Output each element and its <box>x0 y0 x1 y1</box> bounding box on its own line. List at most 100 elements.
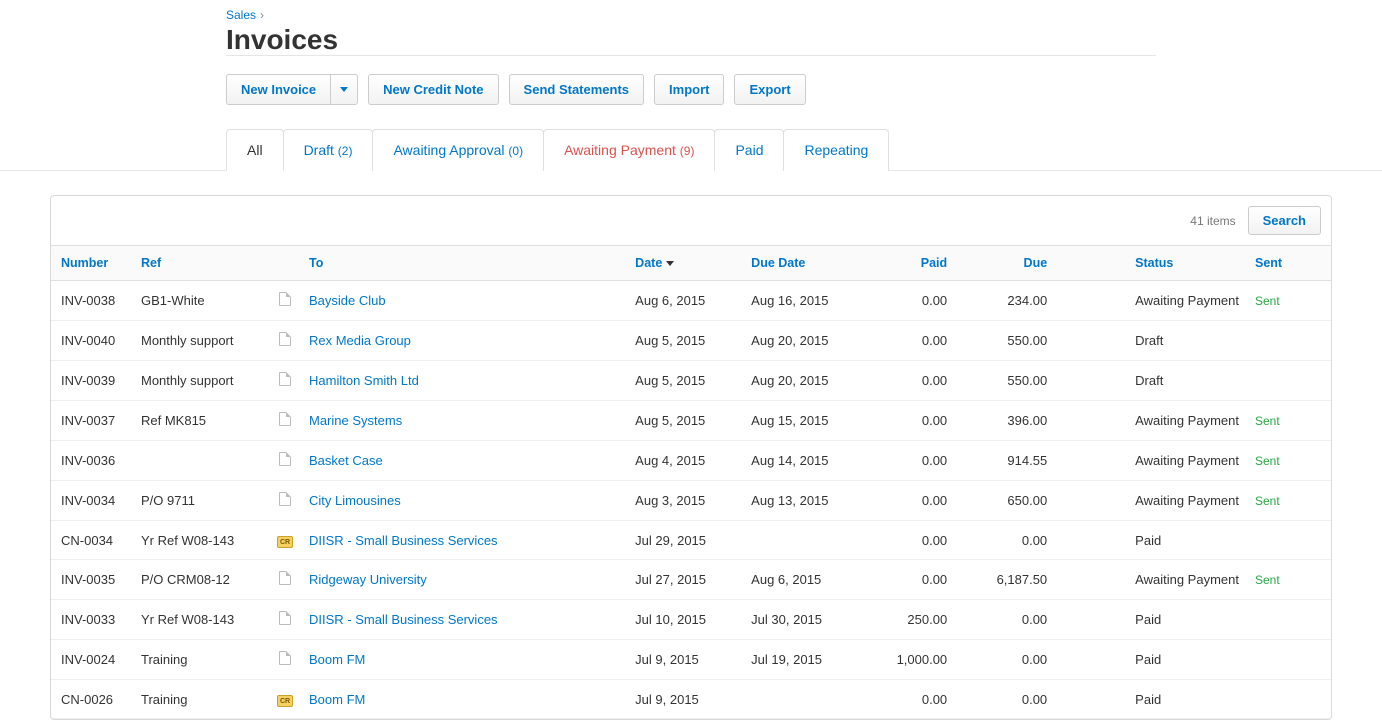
cell-due-date: Aug 15, 2015 <box>743 401 855 441</box>
cell-sent: Sent <box>1247 441 1303 481</box>
cell-actions <box>1303 281 1331 321</box>
cell-to: Rex Media Group <box>301 321 627 361</box>
invoice-to-link[interactable]: Marine Systems <box>309 413 402 428</box>
items-count: 41 items <box>1190 214 1235 228</box>
tab-awaiting-payment[interactable]: Awaiting Payment (9) <box>543 129 715 171</box>
table-row[interactable]: INV-0036Basket CaseAug 4, 2015Aug 14, 20… <box>51 441 1331 481</box>
cell-to: DIISR - Small Business Services <box>301 521 627 560</box>
cell-due: 550.00 <box>955 321 1055 361</box>
column-icon <box>269 246 301 281</box>
column-status[interactable]: Status <box>1055 246 1247 281</box>
cell-ref: GB1-White <box>133 281 269 321</box>
new-invoice-button[interactable]: New Invoice <box>226 74 330 105</box>
column-due-date[interactable]: Due Date <box>743 246 855 281</box>
cell-number: CN-0026 <box>51 680 133 719</box>
cell-ref: Ref MK815 <box>133 401 269 441</box>
invoice-to-link[interactable]: DIISR - Small Business Services <box>309 533 498 548</box>
search-button[interactable]: Search <box>1248 206 1321 235</box>
invoice-to-link[interactable]: Boom FM <box>309 692 365 707</box>
cell-paid: 0.00 <box>855 680 955 719</box>
invoice-to-link[interactable]: Boom FM <box>309 652 365 667</box>
cell-ref: Monthly support <box>133 361 269 401</box>
column-date[interactable]: Date <box>627 246 743 281</box>
cell-paid: 1,000.00 <box>855 640 955 680</box>
tab-awaiting-approval[interactable]: Awaiting Approval (0) <box>372 129 544 171</box>
table-row[interactable]: INV-0024TrainingBoom FMJul 9, 2015Jul 19… <box>51 640 1331 680</box>
tab-awaiting-payment-label: Awaiting Payment <box>564 142 676 158</box>
column-to[interactable]: To <box>301 246 627 281</box>
column-number[interactable]: Number <box>51 246 133 281</box>
column-ref[interactable]: Ref <box>133 246 269 281</box>
table-row[interactable]: CN-0034Yr Ref W08-143CRDIISR - Small Bus… <box>51 521 1331 560</box>
invoice-to-link[interactable]: Rex Media Group <box>309 333 411 348</box>
cell-due: 550.00 <box>955 361 1055 401</box>
cell-to: Basket Case <box>301 441 627 481</box>
cell-paid: 0.00 <box>855 361 955 401</box>
cell-due-date: Aug 16, 2015 <box>743 281 855 321</box>
sent-badge: Sent <box>1255 573 1280 587</box>
breadcrumb: Sales › <box>226 8 1382 22</box>
column-sent[interactable]: Sent <box>1247 246 1303 281</box>
cell-paid: 0.00 <box>855 281 955 321</box>
cell-due-date: Jul 19, 2015 <box>743 640 855 680</box>
cell-ref: P/O 9711 <box>133 481 269 521</box>
table-row[interactable]: INV-0038GB1-White Bayside Club Aug 6, 2015… <box>51 281 1331 321</box>
cell-date: Aug 5, 2015 <box>627 361 743 401</box>
invoice-to-link[interactable]: Bayside Club <box>309 293 386 308</box>
cell-number: INV-0037 <box>51 401 133 441</box>
cell-actions <box>1303 640 1331 680</box>
tab-all[interactable]: All <box>226 129 284 171</box>
document-icon <box>279 492 291 506</box>
action-bar: New Invoice New Credit Note Send Stateme… <box>226 74 1382 105</box>
divider <box>226 55 1156 56</box>
cell-number: CN-0034 <box>51 521 133 560</box>
table-row[interactable]: INV-0035P/O CRM08-12Ridgeway UniversityJ… <box>51 560 1331 600</box>
table-row[interactable]: INV-0033Yr Ref W08-143DIISR - Small Busi… <box>51 600 1331 640</box>
cell-sent: Sent <box>1247 401 1303 441</box>
tab-draft[interactable]: Draft (2) <box>283 129 374 171</box>
cell-icon <box>269 560 301 600</box>
table-row[interactable]: CN-0026TrainingCRBoom FMJul 9, 20150.000… <box>51 680 1331 719</box>
cell-actions <box>1303 481 1331 521</box>
column-paid[interactable]: Paid <box>855 246 955 281</box>
cell-paid: 0.00 <box>855 401 955 441</box>
tab-repeating[interactable]: Repeating <box>783 129 889 171</box>
cell-date: Aug 6, 2015 <box>627 281 743 321</box>
cell-paid: 0.00 <box>855 521 955 560</box>
cell-number: INV-0038 <box>51 281 133 321</box>
cell-number: INV-0040 <box>51 321 133 361</box>
invoice-to-link[interactable]: City Limousines <box>309 493 401 508</box>
cell-ref: Yr Ref W08-143 <box>133 521 269 560</box>
cell-actions <box>1303 600 1331 640</box>
table-row[interactable]: INV-0039Monthly supportHamilton Smith Lt… <box>51 361 1331 401</box>
invoice-to-link[interactable]: Basket Case <box>309 453 383 468</box>
invoice-to-link[interactable]: Ridgeway University <box>309 572 427 587</box>
cell-status: Paid <box>1055 600 1247 640</box>
export-button[interactable]: Export <box>734 74 805 105</box>
cell-icon <box>269 401 301 441</box>
breadcrumb-sales[interactable]: Sales <box>226 8 256 22</box>
chevron-down-icon <box>340 87 348 92</box>
send-statements-button[interactable]: Send Statements <box>509 74 644 105</box>
cell-icon <box>269 640 301 680</box>
invoice-to-link[interactable]: DIISR - Small Business Services <box>309 612 498 627</box>
new-invoice-dropdown[interactable] <box>330 74 358 105</box>
tab-paid[interactable]: Paid <box>714 129 784 171</box>
invoice-to-link[interactable]: Hamilton Smith Ltd <box>309 373 419 388</box>
cell-ref: P/O CRM08-12 <box>133 560 269 600</box>
column-due[interactable]: Due <box>955 246 1055 281</box>
column-date-label: Date <box>635 256 662 270</box>
invoice-table: Number Ref To Date Due Date Paid Due Sta… <box>51 245 1331 719</box>
document-icon <box>279 571 291 585</box>
new-credit-note-button[interactable]: New Credit Note <box>368 74 498 105</box>
table-row[interactable]: INV-0040Monthly supportRex Media GroupAu… <box>51 321 1331 361</box>
table-row[interactable]: INV-0034P/O 9711City LimousinesAug 3, 20… <box>51 481 1331 521</box>
cell-actions <box>1303 321 1331 361</box>
cell-to: Boom FM <box>301 640 627 680</box>
import-button[interactable]: Import <box>654 74 724 105</box>
cell-due: 0.00 <box>955 600 1055 640</box>
breadcrumb-separator: › <box>260 8 264 22</box>
cell-status: Awaiting Payment <box>1055 441 1247 481</box>
cell-number: INV-0036 <box>51 441 133 481</box>
table-row[interactable]: INV-0037Ref MK815Marine SystemsAug 5, 20… <box>51 401 1331 441</box>
